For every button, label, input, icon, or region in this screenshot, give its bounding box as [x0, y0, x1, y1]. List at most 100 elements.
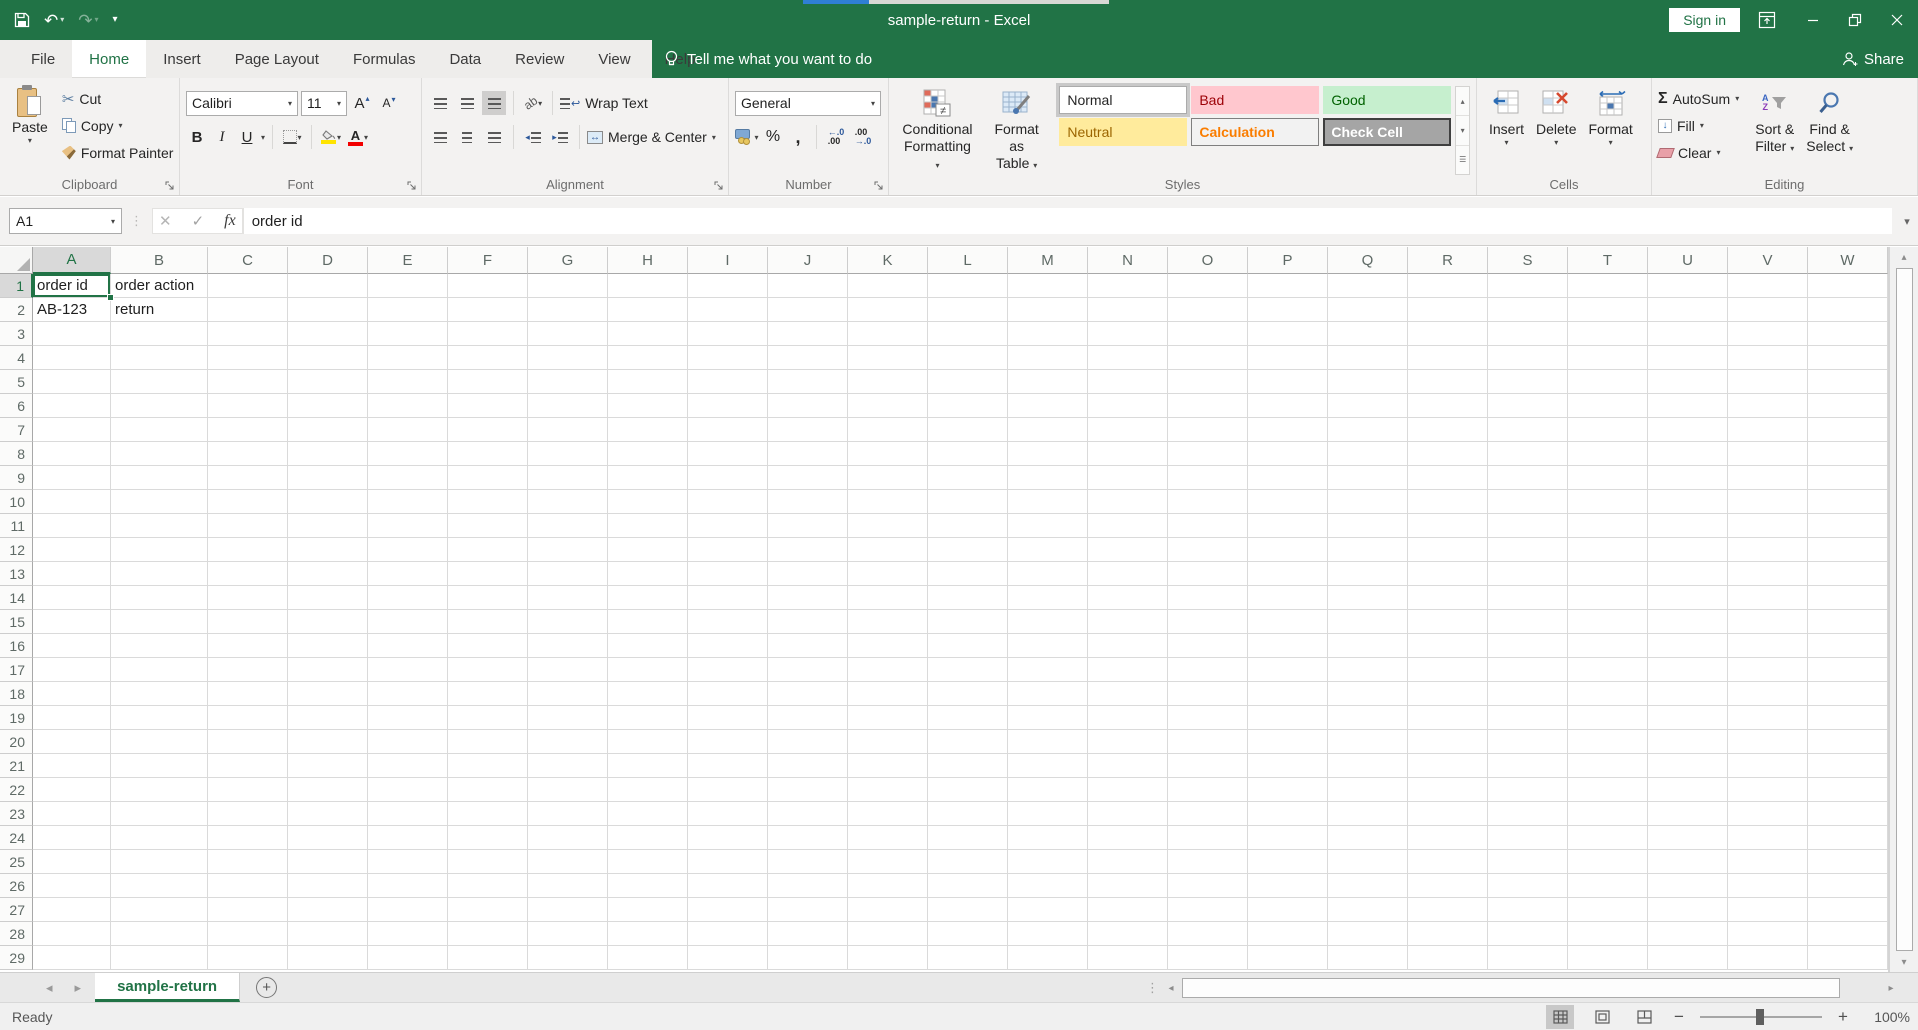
cell-C23[interactable]: [208, 802, 288, 826]
cell-I26[interactable]: [688, 874, 768, 898]
row-header-13[interactable]: 13: [0, 562, 33, 586]
cell-J9[interactable]: [768, 466, 848, 490]
row-header-26[interactable]: 26: [0, 874, 33, 898]
cell-E26[interactable]: [368, 874, 448, 898]
cell-H20[interactable]: [608, 730, 688, 754]
cell-W3[interactable]: [1808, 322, 1888, 346]
cell-Q12[interactable]: [1328, 538, 1408, 562]
cell-R24[interactable]: [1408, 826, 1488, 850]
cell-V28[interactable]: [1728, 922, 1808, 946]
cell-N20[interactable]: [1088, 730, 1168, 754]
horizontal-scrollbar[interactable]: ◂ ▸: [1162, 977, 1900, 999]
cell-D13[interactable]: [288, 562, 368, 586]
cell-L27[interactable]: [928, 898, 1008, 922]
scroll-right-icon[interactable]: ▸: [1882, 977, 1900, 999]
cell-E11[interactable]: [368, 514, 448, 538]
cell-D28[interactable]: [288, 922, 368, 946]
cell-B21[interactable]: [111, 754, 208, 778]
cell-B11[interactable]: [111, 514, 208, 538]
cell-V26[interactable]: [1728, 874, 1808, 898]
cell-J14[interactable]: [768, 586, 848, 610]
cell-F26[interactable]: [448, 874, 528, 898]
cell-O16[interactable]: [1168, 634, 1248, 658]
row-header-4[interactable]: 4: [0, 346, 33, 370]
cell-N8[interactable]: [1088, 442, 1168, 466]
cell-Q4[interactable]: [1328, 346, 1408, 370]
cell-S15[interactable]: [1488, 610, 1568, 634]
fill-button[interactable]: ↓ Fill ▾: [1658, 112, 1739, 139]
cell-K2[interactable]: [848, 298, 928, 322]
cell-D24[interactable]: [288, 826, 368, 850]
cell-N3[interactable]: [1088, 322, 1168, 346]
cell-V1[interactable]: [1728, 274, 1808, 298]
wrap-text-button[interactable]: ↩ Wrap Text: [560, 90, 648, 117]
minimize-button[interactable]: [1792, 0, 1834, 40]
conditional-formatting-button[interactable]: ≠ Conditional Formatting ▾: [895, 83, 980, 175]
row-header-21[interactable]: 21: [0, 754, 33, 778]
cell-H18[interactable]: [608, 682, 688, 706]
cell-C13[interactable]: [208, 562, 288, 586]
cell-M7[interactable]: [1008, 418, 1088, 442]
cell-H25[interactable]: [608, 850, 688, 874]
cell-S16[interactable]: [1488, 634, 1568, 658]
cell-R12[interactable]: [1408, 538, 1488, 562]
cell-U24[interactable]: [1648, 826, 1728, 850]
cell-U23[interactable]: [1648, 802, 1728, 826]
cell-V21[interactable]: [1728, 754, 1808, 778]
cell-U15[interactable]: [1648, 610, 1728, 634]
cell-S1[interactable]: [1488, 274, 1568, 298]
cell-style-check-cell[interactable]: Check Cell: [1323, 118, 1452, 146]
cell-G27[interactable]: [528, 898, 608, 922]
cell-W6[interactable]: [1808, 394, 1888, 418]
cell-B2[interactable]: return: [111, 298, 208, 322]
cell-R17[interactable]: [1408, 658, 1488, 682]
cell-K9[interactable]: [848, 466, 928, 490]
cell-B20[interactable]: [111, 730, 208, 754]
cell-K19[interactable]: [848, 706, 928, 730]
cell-A18[interactable]: [33, 682, 111, 706]
cell-Q19[interactable]: [1328, 706, 1408, 730]
column-header-L[interactable]: L: [928, 247, 1008, 274]
row-header-7[interactable]: 7: [0, 418, 33, 442]
restore-button[interactable]: [1834, 0, 1876, 40]
cell-J26[interactable]: [768, 874, 848, 898]
cell-R10[interactable]: [1408, 490, 1488, 514]
cell-P10[interactable]: [1248, 490, 1328, 514]
cell-I28[interactable]: [688, 922, 768, 946]
cell-G21[interactable]: [528, 754, 608, 778]
cell-S21[interactable]: [1488, 754, 1568, 778]
row-header-9[interactable]: 9: [0, 466, 33, 490]
cell-N22[interactable]: [1088, 778, 1168, 802]
cell-J16[interactable]: [768, 634, 848, 658]
cell-Q14[interactable]: [1328, 586, 1408, 610]
cell-S19[interactable]: [1488, 706, 1568, 730]
cell-C6[interactable]: [208, 394, 288, 418]
cell-B12[interactable]: [111, 538, 208, 562]
cell-P13[interactable]: [1248, 562, 1328, 586]
cell-B17[interactable]: [111, 658, 208, 682]
cell-F21[interactable]: [448, 754, 528, 778]
gallery-up-icon[interactable]: ▴: [1456, 87, 1469, 117]
cell-O2[interactable]: [1168, 298, 1248, 322]
cell-T23[interactable]: [1568, 802, 1648, 826]
cell-R23[interactable]: [1408, 802, 1488, 826]
cell-W21[interactable]: [1808, 754, 1888, 778]
cell-H14[interactable]: [608, 586, 688, 610]
cell-G22[interactable]: [528, 778, 608, 802]
cell-F1[interactable]: [448, 274, 528, 298]
cell-L5[interactable]: [928, 370, 1008, 394]
cell-S17[interactable]: [1488, 658, 1568, 682]
sheet-tab-sample-return[interactable]: sample-return: [95, 973, 241, 1002]
cell-N2[interactable]: [1088, 298, 1168, 322]
cell-style-neutral[interactable]: Neutral: [1059, 118, 1188, 146]
merge-center-button[interactable]: ↔ Merge & Center ▾: [587, 124, 716, 151]
tab-page-layout[interactable]: Page Layout: [218, 40, 336, 78]
cell-H17[interactable]: [608, 658, 688, 682]
cell-F19[interactable]: [448, 706, 528, 730]
cell-M19[interactable]: [1008, 706, 1088, 730]
cell-N12[interactable]: [1088, 538, 1168, 562]
cell-J28[interactable]: [768, 922, 848, 946]
cell-W1[interactable]: [1808, 274, 1888, 298]
cell-R3[interactable]: [1408, 322, 1488, 346]
cell-A6[interactable]: [33, 394, 111, 418]
